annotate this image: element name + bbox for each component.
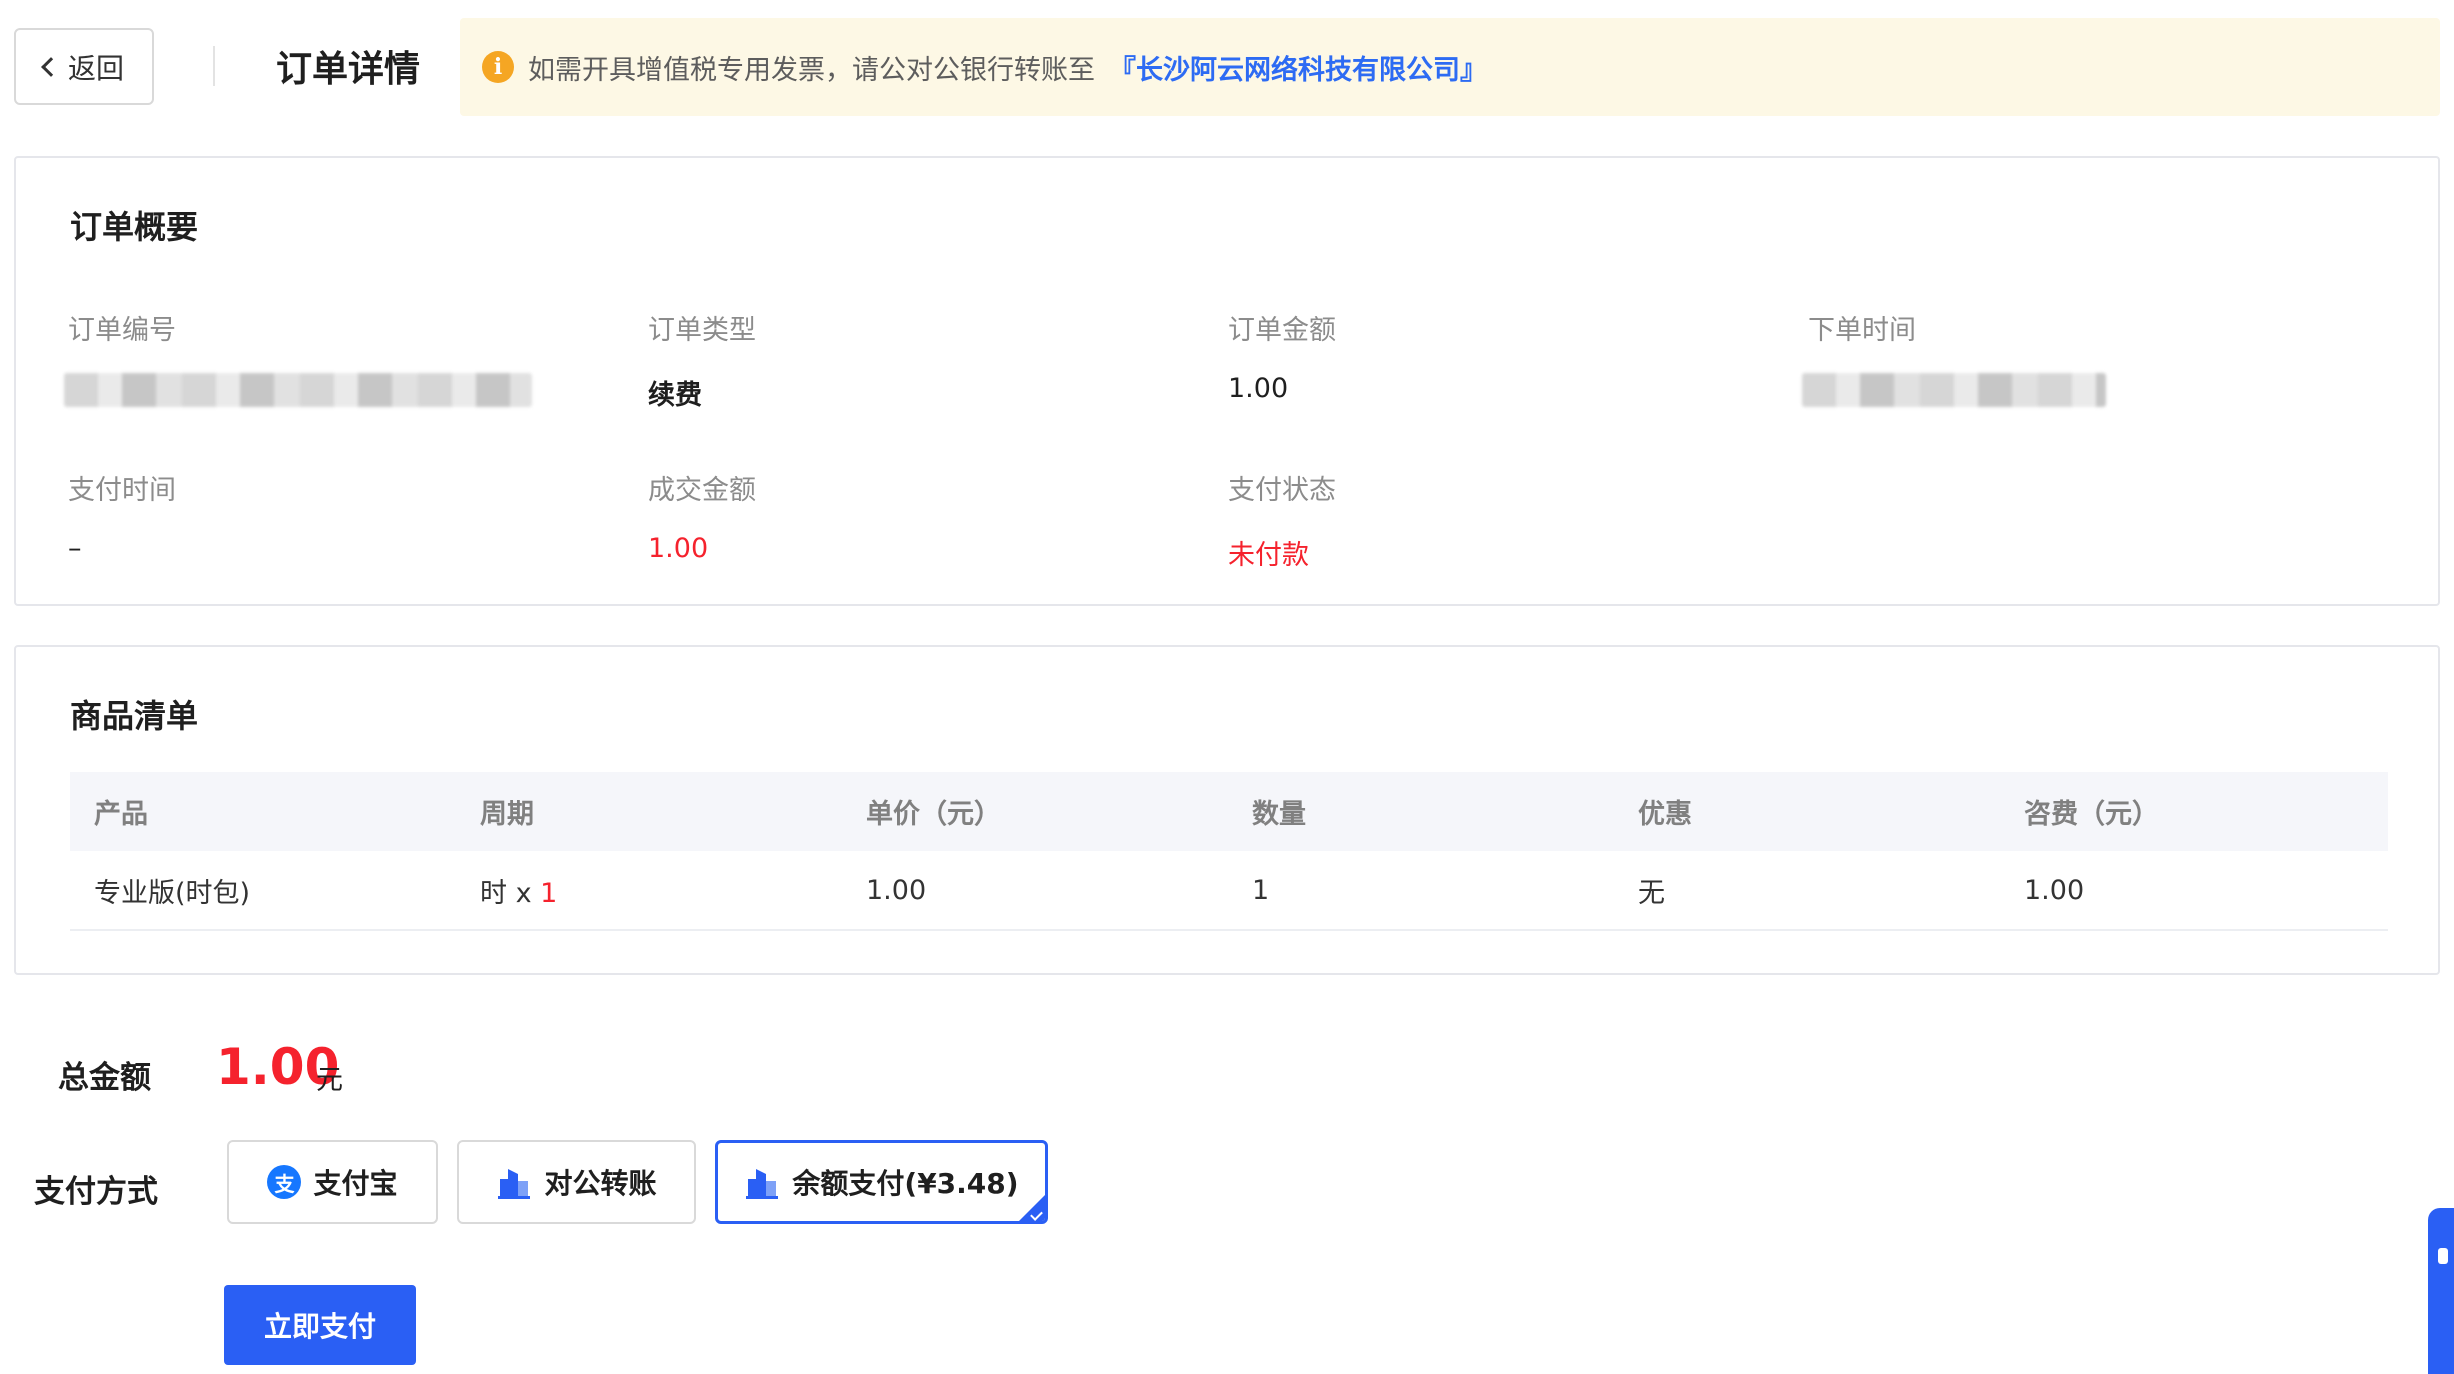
widget-icon xyxy=(2438,1248,2448,1264)
payment-option-bank-transfer[interactable]: 对公转账 xyxy=(457,1140,696,1224)
payment-option-alipay[interactable]: 支 支付宝 xyxy=(227,1140,438,1224)
cell-discount: 无 xyxy=(1638,877,1665,909)
period-unit: 时 x xyxy=(480,877,532,909)
bank-icon xyxy=(746,1169,779,1199)
pay-now-button[interactable]: 立即支付 xyxy=(224,1285,416,1365)
header-divider xyxy=(213,46,215,86)
product-list-title: 商品清单 xyxy=(70,697,199,735)
table-header: 产品 周期 单价（元） 数量 优惠 咨费（元） xyxy=(70,772,2388,851)
bank-icon xyxy=(498,1169,531,1199)
field-value: 1.00 xyxy=(648,533,709,564)
alipay-icon: 支 xyxy=(267,1165,302,1199)
table-row: 专业版(时包) 时 x 1 1.00 1 无 1.00 xyxy=(70,851,2388,931)
field-payment-time: 支付时间 – xyxy=(68,468,628,569)
column-header-product: 产品 xyxy=(94,799,148,830)
product-table: 产品 周期 单价（元） 数量 优惠 咨费（元） 专业版(时包) 时 x 1 1.… xyxy=(70,772,2388,931)
notice-company-link[interactable]: 『长沙阿云网络科技有限公司』 xyxy=(1109,48,1487,87)
payment-option-label: 余额支付(¥3.48) xyxy=(792,1167,1019,1200)
cell-unit-price: 1.00 xyxy=(866,874,927,906)
back-button[interactable]: 返回 xyxy=(14,28,154,105)
field-payment-status: 支付状态 未付款 xyxy=(1228,468,1788,571)
product-list-card: 商品清单 产品 周期 单价（元） 数量 优惠 咨费（元） 专业版(时包) 时 x… xyxy=(14,645,2440,975)
field-label: 订单金额 xyxy=(1228,315,1336,346)
field-order-amount: 订单金额 1.00 xyxy=(1228,308,1788,409)
page-title: 订单详情 xyxy=(276,49,421,90)
column-header-fee: 咨费（元） xyxy=(2024,799,2159,830)
payment-method-label: 支付方式 xyxy=(34,1174,158,1210)
total-unit: 元 xyxy=(316,1065,343,1096)
field-value: 1.00 xyxy=(1228,373,1289,404)
field-value: – xyxy=(68,533,82,564)
floating-service-widget[interactable] xyxy=(2428,1208,2454,1374)
field-order-type: 订单类型 续费 xyxy=(648,308,1208,411)
field-value-redacted xyxy=(1802,373,2368,409)
field-order-number: 订单编号 xyxy=(64,308,628,409)
field-value: 续费 xyxy=(648,380,702,411)
status-badge: 未付款 xyxy=(1228,540,1309,571)
field-label: 订单编号 xyxy=(68,315,176,346)
payment-option-balance[interactable]: 余额支付(¥3.48) xyxy=(715,1140,1048,1224)
period-count: 1 xyxy=(540,877,558,909)
back-label: 返回 xyxy=(67,51,124,85)
payment-option-label: 对公转账 xyxy=(544,1167,657,1200)
chevron-left-icon xyxy=(41,56,61,77)
field-label: 下单时间 xyxy=(1808,315,1916,346)
payment-option-label: 支付宝 xyxy=(313,1167,398,1200)
cell-quantity: 1 xyxy=(1252,874,1270,906)
field-order-time: 下单时间 xyxy=(1802,308,2368,409)
field-label: 订单类型 xyxy=(648,315,756,346)
field-label: 成交金额 xyxy=(648,475,756,506)
order-summary-title: 订单概要 xyxy=(70,208,199,246)
total-label: 总金额 xyxy=(58,1060,151,1096)
field-deal-amount: 成交金额 1.00 xyxy=(648,468,1208,569)
column-header-unit-price: 单价（元） xyxy=(866,799,1001,830)
field-value-redacted xyxy=(64,373,628,409)
cell-fee: 1.00 xyxy=(2024,874,2085,906)
cell-product: 专业版(时包) xyxy=(94,877,251,909)
invoice-notice: i 如需开具增值税专用发票，请公对公银行转账至 『长沙阿云网络科技有限公司』 xyxy=(460,18,2440,116)
column-header-quantity: 数量 xyxy=(1252,799,1306,830)
order-summary-card: 订单概要 订单编号 订单类型 续费 订单金额 1.00 下单时间 支付时间 – … xyxy=(14,156,2440,606)
cell-period: 时 x 1 xyxy=(456,871,842,910)
column-header-period: 周期 xyxy=(480,799,534,830)
info-icon: i xyxy=(482,51,514,83)
notice-text: 如需开具增值税专用发票，请公对公银行转账至 xyxy=(528,54,1095,86)
field-label: 支付状态 xyxy=(1228,475,1336,506)
field-label: 支付时间 xyxy=(68,475,176,506)
column-header-discount: 优惠 xyxy=(1638,799,1692,830)
